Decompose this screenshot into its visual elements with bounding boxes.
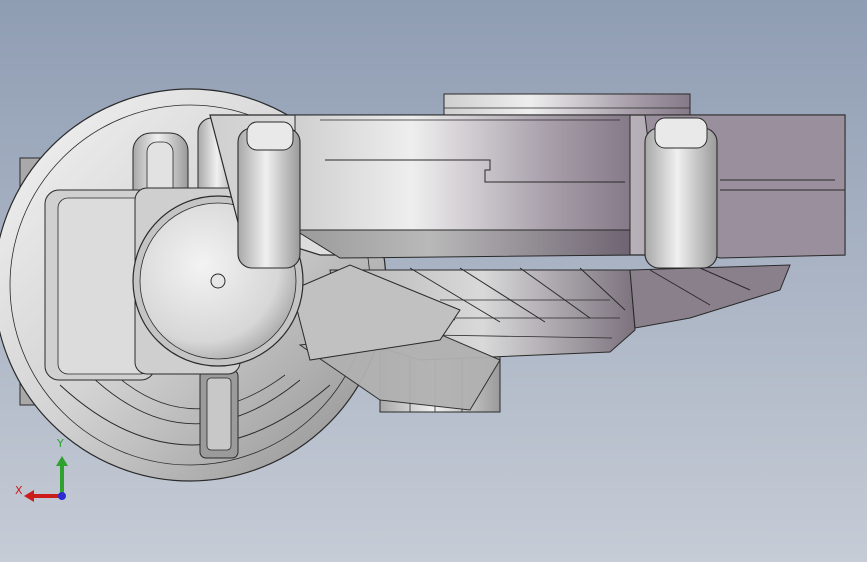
right-post[interactable]: [644, 117, 718, 269]
axis-triad-graphic: [24, 456, 68, 502]
lower-spoke[interactable]: [199, 369, 239, 459]
z-axis-origin: [58, 492, 66, 500]
y-axis-label: Y: [57, 437, 64, 450]
x-axis-arrowhead: [24, 490, 34, 502]
axis-triad: Y X: [10, 437, 80, 510]
drum-housing[interactable]: [209, 114, 846, 259]
left-post[interactable]: [237, 121, 301, 269]
model-canvas[interactable]: [0, 0, 867, 562]
graphics-viewport[interactable]: Y X: [0, 0, 867, 562]
x-axis-label: X: [15, 484, 23, 497]
boss-center-hole[interactable]: [210, 273, 226, 289]
y-axis-arrowhead: [56, 456, 68, 466]
